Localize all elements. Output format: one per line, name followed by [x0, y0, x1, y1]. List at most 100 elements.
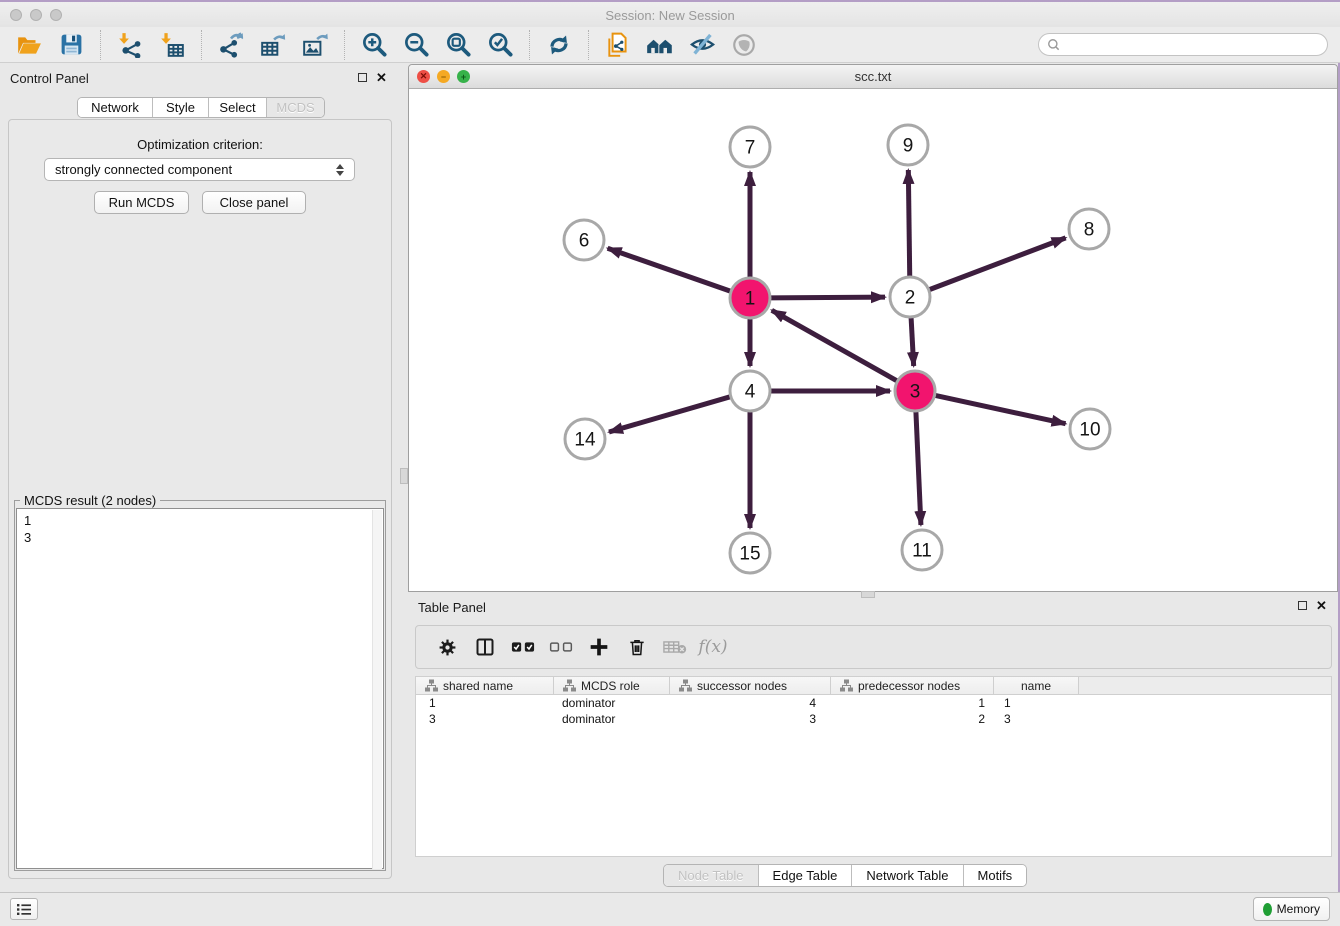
- run-mcds-button[interactable]: Run MCDS: [94, 191, 189, 214]
- edge-3-1[interactable]: [772, 310, 899, 381]
- toolbar-separator: [344, 30, 345, 60]
- chevron-up-down-icon: [336, 164, 344, 176]
- add-column-icon[interactable]: [585, 633, 613, 661]
- node-label-9: 9: [903, 136, 914, 157]
- column-header-filler: [1079, 677, 1331, 694]
- mcds-result-title: MCDS result (2 nodes): [20, 493, 160, 508]
- memory-button[interactable]: Memory: [1253, 897, 1330, 921]
- graph-node-4[interactable]: 4: [730, 371, 770, 411]
- zoom-out-icon[interactable]: [401, 30, 431, 60]
- node-label-8: 8: [1084, 220, 1095, 241]
- table-body: 1 dominator 4 1 1 3 dominator 3 2 3: [415, 695, 1332, 857]
- memory-status-icon: [1263, 903, 1272, 916]
- task-history-button[interactable]: [10, 898, 38, 920]
- first-neighbors-icon[interactable]: [645, 30, 675, 60]
- tree-icon: [679, 679, 692, 692]
- tree-icon: [425, 679, 438, 692]
- open-session-icon[interactable]: [14, 30, 44, 60]
- zoom-in-icon[interactable]: [359, 30, 389, 60]
- split-columns-icon[interactable]: [471, 633, 499, 661]
- edge-2-3[interactable]: [911, 316, 914, 366]
- node-label-4: 4: [745, 382, 756, 403]
- save-session-icon[interactable]: [56, 30, 86, 60]
- tab-motifs[interactable]: Motifs: [963, 865, 1027, 886]
- graph-node-10[interactable]: 10: [1070, 409, 1110, 449]
- import-network-icon[interactable]: [115, 30, 145, 60]
- tree-icon: [563, 679, 576, 692]
- tab-select[interactable]: Select: [208, 98, 266, 117]
- tree-icon: [840, 679, 853, 692]
- refresh-layout-icon[interactable]: [544, 30, 574, 60]
- graph-node-9[interactable]: 9: [888, 125, 928, 165]
- edge-3-10[interactable]: [934, 395, 1066, 424]
- zoom-fit-icon[interactable]: [443, 30, 473, 60]
- node-label-11: 11: [912, 541, 932, 562]
- float-table-panel-icon[interactable]: [1298, 601, 1307, 610]
- export-table-icon[interactable]: [258, 30, 288, 60]
- network-window-titlebar[interactable]: ✕ − + scc.txt: [409, 65, 1337, 89]
- delete-column-icon[interactable]: [623, 633, 651, 661]
- node-label-2: 2: [905, 288, 916, 309]
- tab-style[interactable]: Style: [152, 98, 208, 117]
- column-header-name[interactable]: name: [994, 677, 1079, 694]
- column-header-shared-name[interactable]: shared name: [416, 677, 554, 694]
- column-header-successor-nodes[interactable]: successor nodes: [670, 677, 831, 694]
- export-network-icon[interactable]: [216, 30, 246, 60]
- node-label-14: 14: [574, 430, 596, 451]
- edge-1-2[interactable]: [769, 297, 885, 298]
- network-canvas[interactable]: 7 9 6 8 1 2 4 3 14 10 15 11: [409, 89, 1337, 592]
- node-table: shared name MCDS role successor nodes pr…: [415, 676, 1332, 857]
- control-panel-tabs: Network Style Select MCDS: [77, 97, 325, 118]
- tab-network-table[interactable]: Network Table: [851, 865, 962, 886]
- duplicate-network-icon[interactable]: [603, 30, 633, 60]
- table-header-row: shared name MCDS role successor nodes pr…: [415, 676, 1332, 695]
- graph-node-7[interactable]: 7: [730, 127, 770, 167]
- graph-node-1[interactable]: 1: [730, 278, 770, 318]
- import-table-icon[interactable]: [157, 30, 187, 60]
- node-label-10: 10: [1079, 420, 1100, 441]
- zoom-selected-icon[interactable]: [485, 30, 515, 60]
- memory-label: Memory: [1277, 902, 1320, 916]
- graph-node-15[interactable]: 15: [730, 533, 770, 573]
- graph-node-14[interactable]: 14: [565, 419, 605, 459]
- close-panel-button[interactable]: Close panel: [202, 191, 306, 214]
- hide-selected-icon[interactable]: [687, 30, 717, 60]
- float-panel-icon[interactable]: [358, 73, 367, 82]
- show-all-icon: [729, 30, 759, 60]
- tab-node-table[interactable]: Node Table: [664, 865, 758, 886]
- node-label-1: 1: [745, 289, 756, 310]
- graph-node-8[interactable]: 8: [1069, 209, 1109, 249]
- window-title: Session: New Session: [0, 8, 1340, 23]
- edge-1-6[interactable]: [608, 248, 732, 291]
- table-row[interactable]: 3 dominator 3 2 3: [416, 711, 1331, 727]
- edge-4-14[interactable]: [609, 396, 732, 432]
- edge-2-8[interactable]: [928, 238, 1066, 290]
- vertical-splitter-handle[interactable]: [400, 468, 408, 484]
- table-row[interactable]: 1 dominator 4 1 1: [416, 695, 1331, 711]
- criterion-dropdown[interactable]: strongly connected component: [44, 158, 355, 181]
- criterion-value: strongly connected component: [55, 162, 232, 177]
- close-table-panel-icon[interactable]: ✕: [1316, 601, 1327, 610]
- column-header-predecessor-nodes[interactable]: predecessor nodes: [831, 677, 994, 694]
- tab-network[interactable]: Network: [78, 98, 152, 117]
- graph-node-11[interactable]: 11: [902, 530, 942, 570]
- list-icon: [17, 903, 31, 916]
- search-input[interactable]: [1061, 34, 1327, 55]
- select-all-icon[interactable]: [509, 633, 537, 661]
- graph-node-6[interactable]: 6: [564, 220, 604, 260]
- edge-3-11[interactable]: [916, 410, 921, 525]
- result-scrollbar[interactable]: [372, 510, 382, 869]
- tab-edge-table[interactable]: Edge Table: [758, 865, 852, 886]
- close-panel-icon[interactable]: ✕: [376, 73, 387, 82]
- graph-node-3[interactable]: 3: [895, 371, 935, 411]
- horizontal-splitter-handle[interactable]: [861, 591, 875, 598]
- deselect-all-icon[interactable]: [547, 633, 575, 661]
- tab-mcds[interactable]: MCDS: [266, 98, 324, 117]
- column-header-mcds-role[interactable]: MCDS role: [554, 677, 670, 694]
- mcds-result-list[interactable]: 1 3: [16, 508, 384, 869]
- gear-icon[interactable]: [433, 633, 461, 661]
- graph-node-2[interactable]: 2: [890, 277, 930, 317]
- edge-2-9[interactable]: [908, 170, 909, 278]
- export-image-icon[interactable]: [300, 30, 330, 60]
- node-label-7: 7: [745, 138, 756, 159]
